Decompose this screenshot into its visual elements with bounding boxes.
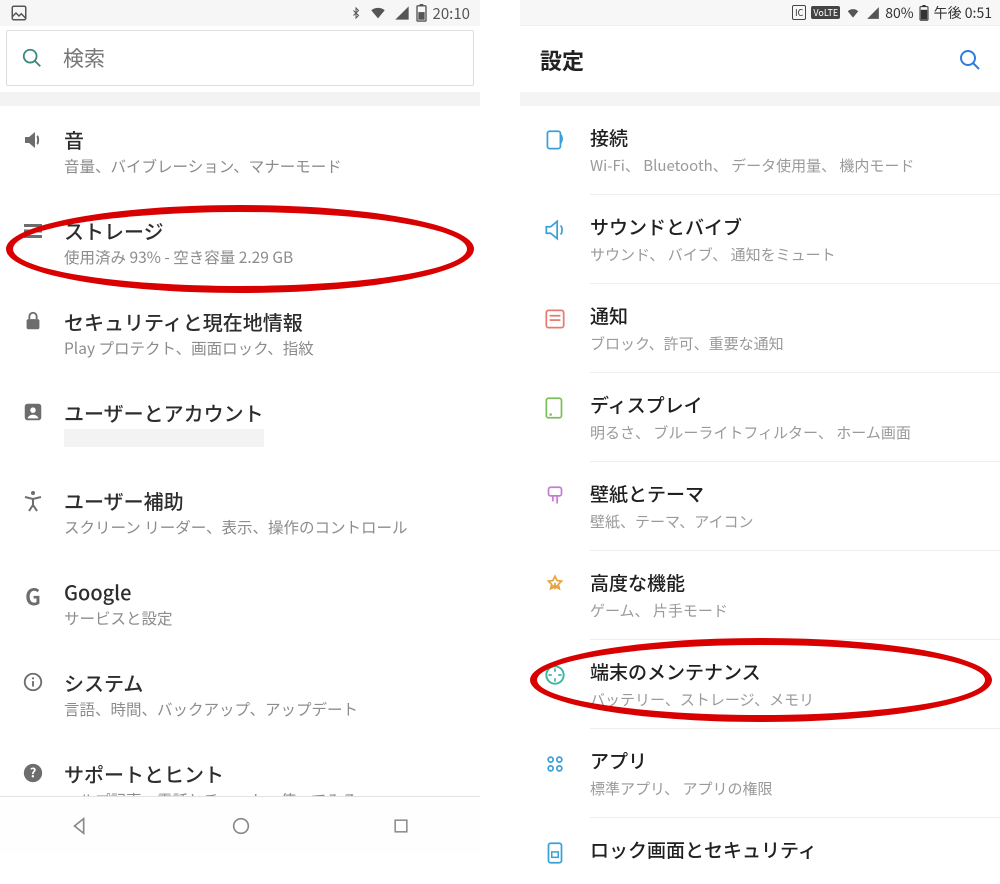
lock-icon — [12, 308, 54, 332]
battery-icon — [919, 5, 929, 21]
help-icon: ? — [12, 760, 54, 784]
item-title: 通知 — [590, 302, 986, 329]
settings-item-apps[interactable]: アプリ 標準アプリ、 アプリの権限 — [520, 729, 1000, 817]
settings-item-google[interactable]: G Google サービスと設定 — [0, 558, 480, 649]
item-sub: Play プロテクト、画面ロック、指紋 — [64, 338, 464, 359]
search-placeholder: 検索 — [63, 43, 105, 73]
nav-home[interactable] — [230, 815, 252, 837]
item-sub: 明るさ、 ブルーライトフィルター、 ホーム画面 — [590, 422, 986, 443]
item-title: システム — [64, 669, 464, 696]
storage-icon — [12, 217, 54, 243]
settings-item-lockscreen[interactable]: ロック画面とセキュリティ — [520, 818, 1000, 884]
item-sub: 音量、バイブレーション、マナーモード — [64, 156, 464, 177]
item-sub: 言語、時間、バックアップ、アップデート — [64, 699, 464, 720]
left-phone: 20:10 検索 音 音量、バイブレーション、マナーモード ストレージ — [0, 0, 480, 854]
divider — [520, 92, 1000, 106]
connections-icon — [534, 124, 576, 154]
item-sub: スクリーン リーダー、表示、操作のコントロール — [64, 517, 464, 538]
ic-icon: IC — [792, 5, 806, 20]
settings-item-sound[interactable]: 音 音量、バイブレーション、マナーモード — [0, 106, 480, 197]
bluetooth-icon — [350, 4, 362, 22]
settings-item-display[interactable]: ディスプレイ 明るさ、 ブルーライトフィルター、 ホーム画面 — [520, 373, 1000, 461]
settings-list: 音 音量、バイブレーション、マナーモード ストレージ 使用済み 93% - 空き… — [0, 106, 480, 830]
display-icon — [534, 391, 576, 421]
right-phone: IC VoLTE 80% 午後 0:51 設定 接続 Wi-Fi、 Blueto… — [520, 0, 1000, 854]
item-title: 壁紙とテーマ — [590, 480, 986, 507]
battery-icon — [416, 4, 427, 22]
settings-item-system[interactable]: システム 言語、時間、バックアップ、アップデート — [0, 649, 480, 740]
sound-icon — [12, 126, 54, 152]
volte-icon: VoLTE — [811, 6, 840, 19]
item-title: ディスプレイ — [590, 391, 986, 418]
lockscreen-icon — [534, 836, 576, 866]
settings-item-maintenance[interactable]: 端末のメンテナンス バッテリー、ストレージ、メモリ — [520, 640, 1000, 728]
settings-item-sounds[interactable]: サウンドとバイブ サウンド、 バイブ、 通知をミュート — [520, 195, 1000, 283]
advanced-icon — [534, 569, 576, 599]
status-bar: IC VoLTE 80% 午後 0:51 — [520, 0, 1000, 26]
google-icon: G — [12, 578, 54, 612]
status-time: 20:10 — [433, 3, 470, 24]
item-title: 接続 — [590, 124, 986, 151]
battery-pct: 80% — [885, 3, 913, 23]
item-sub: ゲーム、 片手モード — [590, 600, 986, 621]
settings-list: 接続 Wi-Fi、 Bluetooth、 データ使用量、 機内モード サウンドと… — [520, 106, 1000, 884]
search-bar[interactable]: 検索 — [6, 30, 474, 86]
signal-icon — [866, 6, 880, 20]
info-icon — [12, 669, 54, 693]
page-title: 設定 — [540, 44, 584, 76]
settings-header: 設定 — [520, 26, 1000, 92]
account-icon — [12, 399, 54, 423]
wifi-icon — [845, 6, 861, 20]
settings-item-wallpapers[interactable]: 壁紙とテーマ 壁紙、テーマ、アイコン — [520, 462, 1000, 550]
sounds-icon — [534, 213, 576, 243]
item-sub: サウンド、 バイブ、 通知をミュート — [590, 244, 986, 265]
settings-item-advanced[interactable]: 高度な機能 ゲーム、 片手モード — [520, 551, 1000, 639]
item-sub: サービスと設定 — [64, 608, 464, 629]
search-icon — [21, 47, 43, 69]
search-button[interactable] — [958, 48, 982, 72]
item-title: サウンドとバイブ — [590, 213, 986, 240]
picture-icon — [10, 4, 28, 22]
nav-back[interactable] — [69, 815, 91, 837]
item-title: サポートとヒント — [64, 760, 464, 787]
item-title: ユーザー補助 — [64, 487, 464, 514]
settings-item-accounts[interactable]: ユーザーとアカウント — [0, 379, 480, 467]
item-title: セキュリティと現在地情報 — [64, 308, 464, 335]
settings-item-storage[interactable]: ストレージ 使用済み 93% - 空き容量 2.29 GB — [0, 197, 480, 288]
item-title: 音 — [64, 126, 464, 153]
wifi-icon — [368, 5, 388, 21]
item-sub: ブロック、許可、重要な通知 — [590, 333, 986, 354]
settings-item-notifications[interactable]: 通知 ブロック、許可、重要な通知 — [520, 284, 1000, 372]
accessibility-icon — [12, 487, 54, 513]
item-sub: 標準アプリ、 アプリの権限 — [590, 778, 986, 799]
brush-icon — [534, 480, 576, 510]
divider — [0, 92, 480, 106]
item-sub: バッテリー、ストレージ、メモリ — [590, 689, 986, 710]
notifications-icon — [534, 302, 576, 332]
apps-icon — [534, 747, 576, 777]
item-title: 高度な機能 — [590, 569, 986, 596]
nav-bar — [0, 796, 480, 854]
nav-recent[interactable] — [391, 816, 411, 836]
item-title: アプリ — [590, 747, 986, 774]
item-sub: Wi-Fi、 Bluetooth、 データ使用量、 機内モード — [590, 155, 986, 176]
signal-icon — [394, 5, 410, 21]
settings-item-accessibility[interactable]: ユーザー補助 スクリーン リーダー、表示、操作のコントロール — [0, 467, 480, 558]
status-bar: 20:10 — [0, 0, 480, 26]
item-title: Google — [64, 578, 464, 605]
item-sub: 壁紙、テーマ、アイコン — [590, 511, 986, 532]
maintenance-icon — [534, 658, 576, 688]
item-title: ロック画面とセキュリティ — [590, 836, 986, 863]
item-sub — [64, 429, 264, 447]
settings-item-security[interactable]: セキュリティと現在地情報 Play プロテクト、画面ロック、指紋 — [0, 288, 480, 379]
status-time: 午後 0:51 — [934, 3, 992, 23]
item-title: ストレージ — [64, 217, 464, 244]
item-title: 端末のメンテナンス — [590, 658, 986, 685]
item-sub: 使用済み 93% - 空き容量 2.29 GB — [64, 247, 464, 268]
svg-text:?: ? — [30, 762, 37, 781]
settings-item-connections[interactable]: 接続 Wi-Fi、 Bluetooth、 データ使用量、 機内モード — [520, 106, 1000, 194]
item-title: ユーザーとアカウント — [64, 399, 464, 426]
